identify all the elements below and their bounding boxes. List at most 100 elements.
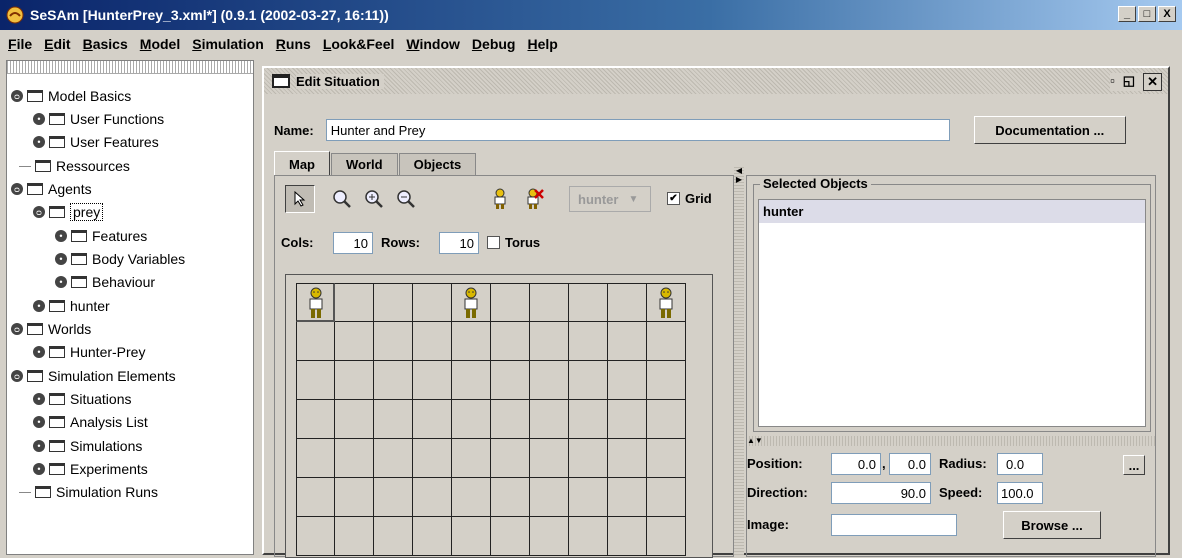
grid-cell[interactable] xyxy=(530,478,569,517)
grid-cell[interactable] xyxy=(374,400,413,439)
horizontal-splitter[interactable]: ▲▼ xyxy=(747,436,1155,446)
menu-lookfeel[interactable]: Look&Feel xyxy=(323,36,395,52)
grid-cell[interactable] xyxy=(569,517,608,556)
menu-edit[interactable]: Edit xyxy=(44,36,70,52)
collapse-icon[interactable]: ᴑ xyxy=(11,370,23,382)
grid-cell[interactable] xyxy=(452,361,491,400)
grid-cell[interactable] xyxy=(335,361,374,400)
menu-debug[interactable]: Debug xyxy=(472,36,516,52)
grid-cell[interactable] xyxy=(374,322,413,361)
map-grid[interactable] xyxy=(285,274,713,558)
tree-node-simulation-elements[interactable]: ᴑ Simulation Elements xyxy=(11,366,176,386)
grid-cell[interactable] xyxy=(374,283,413,322)
grid-cell[interactable] xyxy=(608,400,647,439)
grid-cell[interactable] xyxy=(413,517,452,556)
expand-icon[interactable]: • xyxy=(33,463,45,475)
tree-node-simulation-runs[interactable]: Simulation Runs xyxy=(19,482,158,502)
grid-cell[interactable] xyxy=(491,322,530,361)
name-field[interactable]: Hunter and Prey xyxy=(325,119,950,141)
grid-cell[interactable] xyxy=(296,517,335,556)
model-tree[interactable]: ᴑ Model Basics • User Functions • User Feat… xyxy=(6,60,254,555)
tree-node-experiments[interactable]: • Experiments xyxy=(33,459,148,479)
collapse-icon[interactable]: ᴑ xyxy=(11,90,23,102)
position-y-field[interactable]: 0.0 xyxy=(889,453,931,475)
grid-cell[interactable] xyxy=(296,439,335,478)
grid-cell[interactable] xyxy=(491,517,530,556)
menu-help[interactable]: Help xyxy=(528,36,558,52)
maximize-button[interactable]: □ xyxy=(1138,6,1156,22)
grid-cell[interactable] xyxy=(530,439,569,478)
expand-icon[interactable]: • xyxy=(33,300,45,312)
grid-cell[interactable] xyxy=(335,517,374,556)
grid-cell[interactable] xyxy=(335,439,374,478)
grid-cell[interactable] xyxy=(647,517,686,556)
grid-cell[interactable] xyxy=(296,361,335,400)
menu-model[interactable]: Model xyxy=(140,36,180,52)
grid-cell[interactable] xyxy=(491,400,530,439)
tree-node-model-basics[interactable]: ᴑ Model Basics xyxy=(11,86,131,106)
grid-cell[interactable] xyxy=(491,283,530,322)
expand-icon[interactable]: • xyxy=(55,230,67,242)
hunter-agent-icon[interactable] xyxy=(659,287,673,319)
collapse-icon[interactable]: ᴑ xyxy=(11,183,23,195)
vertical-splitter[interactable]: ◀ ▶ xyxy=(734,166,744,557)
tree-grip[interactable] xyxy=(7,61,253,74)
expand-icon[interactable]: • xyxy=(55,253,67,265)
more-button[interactable]: ... xyxy=(1123,455,1145,475)
add-agent-tool[interactable] xyxy=(485,185,515,213)
grid-cell[interactable] xyxy=(647,283,686,322)
position-x-field[interactable]: 0.0 xyxy=(831,453,881,475)
collapse-icon[interactable]: ᴑ xyxy=(33,206,45,218)
grid-checkbox[interactable]: ✔ Grid xyxy=(667,191,712,206)
minimize-frame-icon[interactable]: ▫ xyxy=(1110,73,1115,91)
tab-objects[interactable]: Objects xyxy=(398,153,477,175)
expand-icon[interactable]: • xyxy=(33,136,45,148)
grid-cell[interactable] xyxy=(374,439,413,478)
grid-cell[interactable] xyxy=(569,439,608,478)
grid-cell[interactable] xyxy=(608,283,647,322)
menu-window[interactable]: Window xyxy=(406,36,460,52)
zoom-in-tool[interactable] xyxy=(359,185,389,213)
grid-cell[interactable] xyxy=(335,478,374,517)
zoom-out-tool[interactable] xyxy=(391,185,421,213)
grid-cell[interactable] xyxy=(296,283,335,322)
close-button[interactable]: X xyxy=(1158,6,1176,22)
tree-node-situations[interactable]: • Situations xyxy=(33,389,131,409)
tab-map[interactable]: Map xyxy=(274,151,330,175)
tree-node-analysis-list[interactable]: • Analysis List xyxy=(33,412,148,432)
expand-icon[interactable]: • xyxy=(33,416,45,428)
grid-cell[interactable] xyxy=(569,400,608,439)
grid-cell[interactable] xyxy=(569,478,608,517)
grid-cell[interactable] xyxy=(335,322,374,361)
tab-world[interactable]: World xyxy=(331,153,398,175)
maximize-frame-icon[interactable]: ◱ xyxy=(1123,73,1135,91)
grid-cell[interactable] xyxy=(491,478,530,517)
grid-cell[interactable] xyxy=(413,439,452,478)
remove-agent-tool[interactable] xyxy=(519,185,549,213)
tree-node-features[interactable]: • Features xyxy=(55,226,147,246)
tree-node-ressources[interactable]: Ressources xyxy=(19,156,130,176)
tree-node-hunter-prey[interactable]: • Hunter-Prey xyxy=(33,342,145,362)
expand-icon[interactable]: • xyxy=(33,346,45,358)
grid-cell[interactable] xyxy=(452,439,491,478)
expand-icon[interactable]: • xyxy=(33,393,45,405)
tree-node-simulations[interactable]: • Simulations xyxy=(33,436,142,456)
expand-icon[interactable]: • xyxy=(55,276,67,288)
grid-cell[interactable] xyxy=(374,361,413,400)
select-arrow-tool[interactable] xyxy=(285,185,315,213)
grid-cell[interactable] xyxy=(413,283,452,322)
grid-cell[interactable] xyxy=(530,400,569,439)
grid-cell[interactable] xyxy=(569,361,608,400)
selected-objects-list[interactable]: hunter xyxy=(758,199,1146,427)
grid-cell[interactable] xyxy=(647,322,686,361)
torus-checkbox[interactable]: Torus xyxy=(487,235,540,250)
image-field[interactable] xyxy=(831,514,957,536)
grid-cell[interactable] xyxy=(296,322,335,361)
grid-cell[interactable] xyxy=(452,283,491,322)
grid-cell[interactable] xyxy=(452,517,491,556)
frame-title-bar[interactable]: Edit Situation ▫ ◱ ✕ xyxy=(264,68,1168,94)
grid-cell[interactable] xyxy=(569,283,608,322)
tree-node-user-features[interactable]: • User Features xyxy=(33,132,159,152)
grid-cell[interactable] xyxy=(647,361,686,400)
grid-cell[interactable] xyxy=(335,400,374,439)
